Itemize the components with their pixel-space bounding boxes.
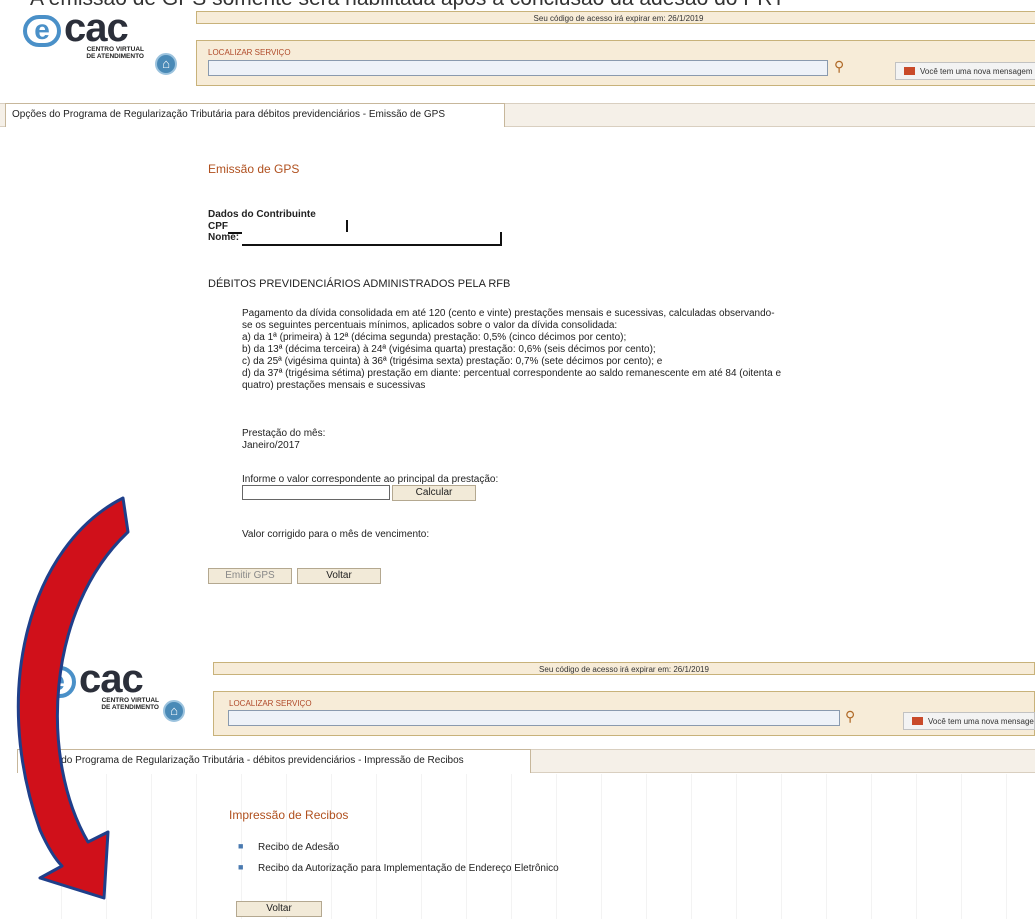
expire-notice: Seu código de acesso irá expirar em: 26/… xyxy=(213,662,1035,675)
arrow-shape xyxy=(16,496,130,900)
new-message-button[interactable]: Você tem uma nova mensagem xyxy=(895,62,1035,80)
home-icon[interactable]: ⌂ xyxy=(155,53,177,75)
description-paragraph: Pagamento da dívida consolidada em até 1… xyxy=(242,308,782,391)
section-heading: DÉBITOS PREVIDENCIÁRIOS ADMINISTRADOS PE… xyxy=(208,278,511,290)
search-icon[interactable]: ⚲ xyxy=(834,58,844,75)
envelope-icon xyxy=(904,67,915,75)
ecac-e-icon: e xyxy=(23,15,61,47)
page-title: Impressão de Recibos xyxy=(229,808,349,822)
search-icon[interactable]: ⚲ xyxy=(845,708,855,725)
calculate-button[interactable]: Calcular xyxy=(392,485,476,501)
page-title: Emissão de GPS xyxy=(208,162,300,176)
back-button[interactable]: Voltar xyxy=(236,901,322,917)
logo-brand: cac xyxy=(64,6,129,50)
bullet-icon: ■ xyxy=(238,841,244,851)
emit-gps-button[interactable]: Emitir GPS xyxy=(208,568,292,584)
tab-emissao-gps[interactable]: Opções do Programa de Regularização Trib… xyxy=(5,103,505,127)
corrected-value-label: Valor corrigido para o mês de vencimento… xyxy=(242,529,430,540)
search-label: LOCALIZAR SERVIÇO xyxy=(208,48,291,57)
search-input[interactable] xyxy=(208,60,828,76)
envelope-icon xyxy=(912,717,923,725)
ecac-logo[interactable]: e cac CENTRO VIRTUALDE ATENDIMENTO xyxy=(20,6,148,64)
receipt-link-adesao[interactable]: Recibo de Adesão xyxy=(258,842,339,854)
name-redacted xyxy=(242,232,502,246)
principal-input[interactable] xyxy=(242,485,390,500)
installment-value: Janeiro/2017 xyxy=(242,440,300,451)
search-input[interactable] xyxy=(228,710,840,726)
name-label: Nome: xyxy=(208,232,240,243)
search-label: LOCALIZAR SERVIÇO xyxy=(229,699,312,708)
bullet-icon: ■ xyxy=(238,862,244,872)
new-message-button[interactable]: Você tem uma nova mensagem xyxy=(903,712,1035,730)
expire-notice: Seu código de acesso irá expirar em: 26/… xyxy=(196,11,1035,24)
curved-arrow-icon xyxy=(16,496,130,900)
back-button[interactable]: Voltar xyxy=(297,568,381,584)
logo-subtitle: CENTRO VIRTUAL DE ATENDIMENTO xyxy=(86,46,144,60)
installment-label: Prestação do mês: xyxy=(242,428,326,439)
receipt-link-endereco-eletronico[interactable]: Recibo da Autorização para Implementação… xyxy=(258,863,559,875)
